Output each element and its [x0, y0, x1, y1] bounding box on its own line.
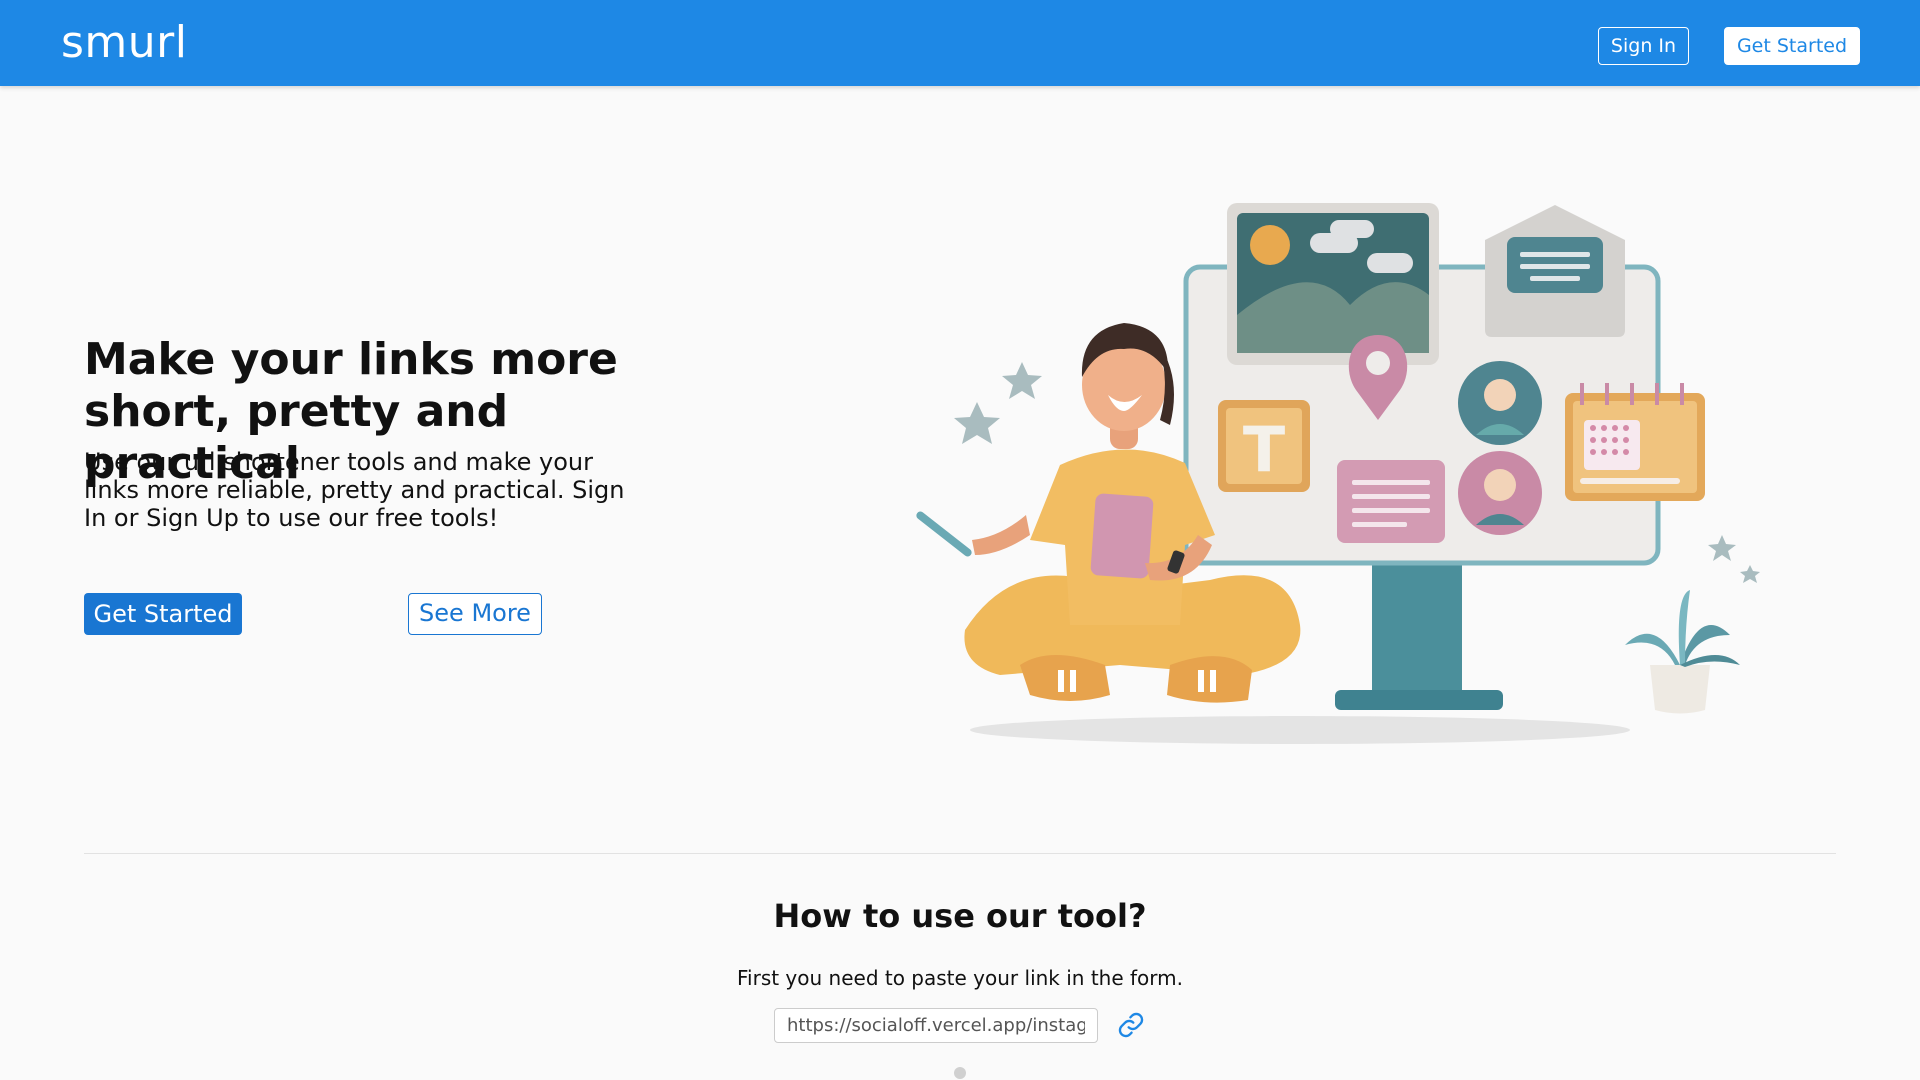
- hero-title-line1: Make your links more: [84, 334, 618, 385]
- top-navbar: smurl Sign In Get Started: [0, 0, 1920, 86]
- hero-illustration: T: [916, 203, 1760, 744]
- star-icon: [954, 402, 1000, 444]
- star-icon: [1708, 535, 1736, 561]
- nav-get-started-button[interactable]: Get Started: [1724, 27, 1860, 65]
- hero-get-started-button[interactable]: Get Started: [84, 593, 242, 635]
- how-to-title: How to use our tool?: [773, 897, 1147, 935]
- text-tile-letter: T: [1243, 413, 1285, 486]
- star-icon: [1002, 362, 1042, 399]
- url-input[interactable]: [774, 1008, 1098, 1043]
- section-divider: [84, 853, 1836, 854]
- hero-subtitle: Use our url shortener tools and make you…: [84, 448, 625, 532]
- see-more-button[interactable]: See More: [408, 593, 542, 635]
- sign-in-button[interactable]: Sign In: [1598, 27, 1689, 65]
- monitor-stand: [1372, 560, 1462, 705]
- how-to-step-text: First you need to paste your link in the…: [736, 966, 1183, 990]
- plant-icon: [1650, 665, 1710, 714]
- carousel-indicator[interactable]: [954, 1067, 966, 1079]
- link-icon[interactable]: [1117, 1011, 1145, 1039]
- brand-logo[interactable]: smurl: [61, 18, 188, 68]
- star-icon: [1740, 565, 1760, 583]
